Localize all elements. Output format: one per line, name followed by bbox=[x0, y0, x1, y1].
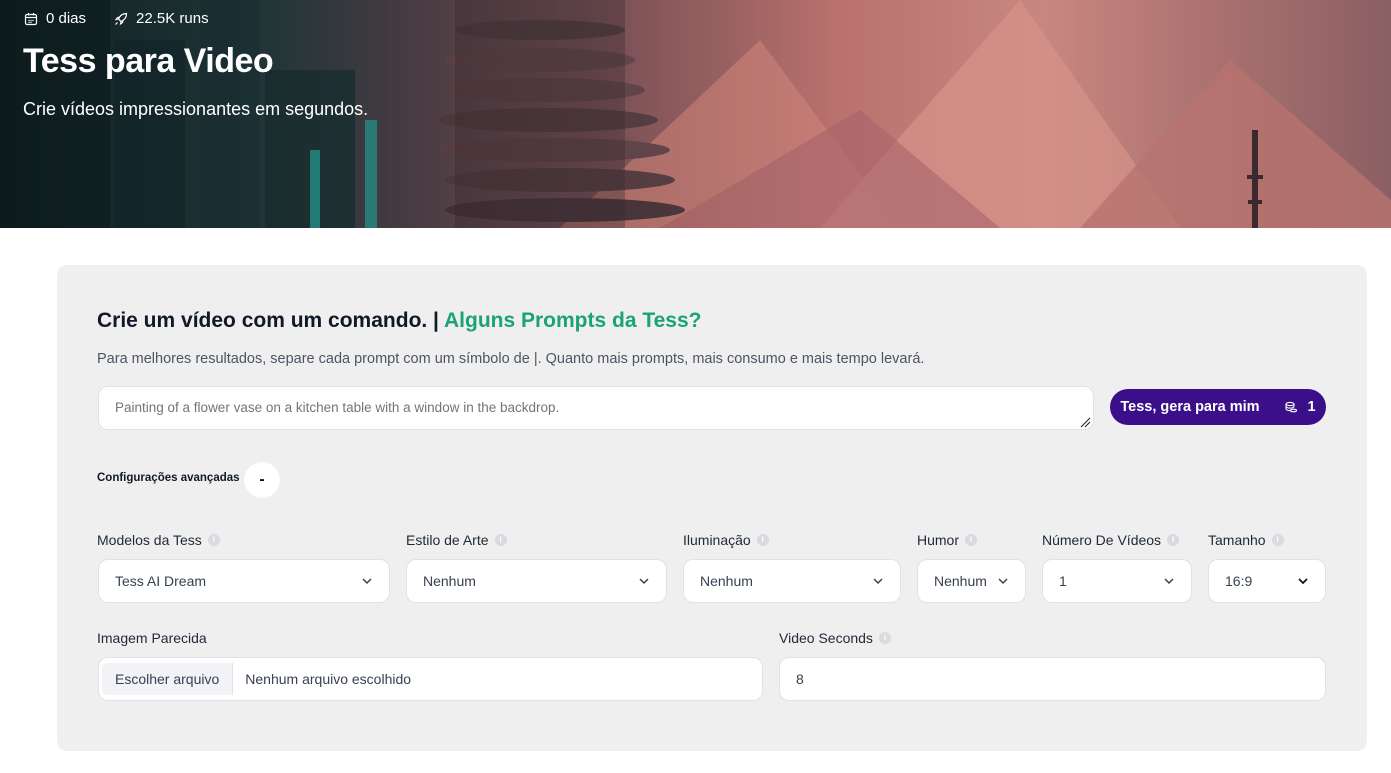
page-title: Tess para Video bbox=[23, 42, 274, 80]
hero-meta: 0 dias 22.5K runs bbox=[24, 10, 229, 27]
size-label: Tamanho i bbox=[1208, 532, 1284, 548]
video-seconds-label-text: Video Seconds bbox=[779, 630, 873, 646]
model-label: Modelos da Tess i bbox=[97, 532, 220, 548]
runs-count: 22.5K runs bbox=[136, 10, 209, 27]
model-select[interactable]: Tess AI Dream bbox=[98, 559, 390, 603]
card-title-text: Crie um vídeo com um comando. | bbox=[97, 309, 444, 332]
info-icon[interactable]: i bbox=[878, 632, 891, 644]
generate-button[interactable]: Tess, gera para mim 1 bbox=[1110, 389, 1326, 425]
info-icon[interactable]: i bbox=[756, 534, 769, 546]
video-count-select-value: 1 bbox=[1059, 573, 1067, 589]
video-generator-card: Crie um vídeo com um comando. | Alguns P… bbox=[57, 265, 1367, 751]
model-label-text: Modelos da Tess bbox=[97, 532, 202, 548]
video-seconds-input[interactable] bbox=[779, 657, 1326, 701]
size-select[interactable]: 16:9 bbox=[1208, 559, 1326, 603]
size-label-text: Tamanho bbox=[1208, 532, 1266, 548]
choose-file-button[interactable]: Escolher arquivo bbox=[102, 663, 234, 695]
chevron-down-icon bbox=[362, 578, 372, 585]
mood-label: Humor i bbox=[917, 532, 978, 548]
lighting-label: Iluminação i bbox=[683, 532, 769, 548]
art-style-label: Estilo de Arte i bbox=[406, 532, 507, 548]
prompt-input[interactable] bbox=[98, 386, 1094, 430]
resize-handle-icon[interactable] bbox=[1079, 416, 1091, 428]
art-style-select[interactable]: Nenhum bbox=[406, 559, 667, 603]
video-count-select[interactable]: 1 bbox=[1042, 559, 1192, 603]
similar-image-file-input[interactable]: Escolher arquivo Nenhum arquivo escolhid… bbox=[98, 657, 763, 701]
chevron-down-icon bbox=[873, 578, 883, 585]
video-count-label: Número De Vídeos i bbox=[1042, 532, 1180, 548]
chevron-down-icon bbox=[1298, 578, 1308, 585]
prompts-link[interactable]: Alguns Prompts da Tess? bbox=[444, 309, 702, 332]
chevron-down-icon bbox=[998, 578, 1008, 585]
card-description: Para melhores resultados, separe cada pr… bbox=[97, 351, 925, 367]
video-seconds-label: Video Seconds i bbox=[779, 630, 891, 646]
chevron-down-icon bbox=[639, 578, 649, 585]
advanced-settings-toggle[interactable]: - bbox=[244, 462, 280, 498]
model-select-value: Tess AI Dream bbox=[115, 573, 207, 589]
lighting-select-value: Nenhum bbox=[700, 573, 753, 589]
info-icon[interactable]: i bbox=[494, 534, 507, 546]
calendar-icon bbox=[24, 12, 38, 25]
mood-label-text: Humor bbox=[917, 532, 960, 548]
art-style-label-text: Estilo de Arte bbox=[406, 532, 489, 548]
advanced-settings-label: Configurações avançadas bbox=[97, 472, 240, 484]
page-subtitle: Crie vídeos impressionantes em segundos. bbox=[23, 99, 369, 119]
similar-image-label-text: Imagem Parecida bbox=[97, 630, 207, 646]
similar-image-label: Imagem Parecida bbox=[97, 630, 207, 646]
info-icon[interactable]: i bbox=[1167, 534, 1180, 546]
card-title: Crie um vídeo com um comando. | Alguns P… bbox=[97, 309, 702, 333]
file-status: Nenhum arquivo escolhido bbox=[245, 671, 412, 687]
generate-button-label: Tess, gera para mim bbox=[1120, 399, 1260, 415]
lighting-select[interactable]: Nenhum bbox=[683, 559, 901, 603]
coins-icon bbox=[1284, 401, 1297, 413]
days-count: 0 dias bbox=[46, 10, 87, 27]
info-icon[interactable]: i bbox=[965, 534, 978, 546]
rocket-icon bbox=[114, 12, 128, 25]
video-count-label-text: Número De Vídeos bbox=[1042, 532, 1162, 548]
size-select-value: 16:9 bbox=[1225, 573, 1253, 589]
info-icon[interactable]: i bbox=[1271, 534, 1284, 546]
info-icon[interactable]: i bbox=[207, 534, 220, 546]
hero-banner: 0 dias 22.5K runs Tess para Video Crie v… bbox=[0, 0, 1391, 228]
mood-select-value: Nenhum bbox=[934, 573, 987, 589]
mood-select[interactable]: Nenhum bbox=[917, 559, 1026, 603]
art-style-select-value: Nenhum bbox=[423, 573, 476, 589]
chevron-down-icon bbox=[1164, 578, 1174, 585]
lighting-label-text: Iluminação bbox=[683, 532, 751, 548]
generate-cost: 1 bbox=[1307, 399, 1316, 415]
